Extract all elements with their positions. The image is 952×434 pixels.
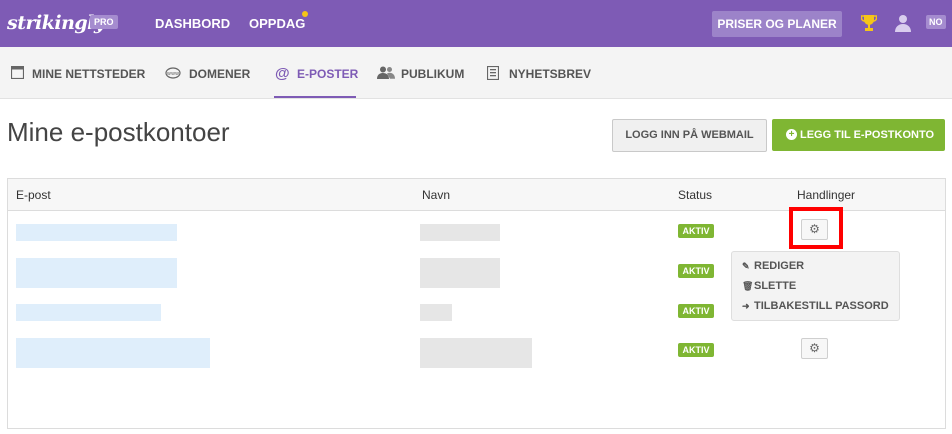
name-cell-blurred — [420, 224, 500, 241]
name-cell-blurred — [420, 258, 500, 288]
name-cell-blurred — [420, 338, 532, 368]
tab-nyhetsbrev[interactable]: NYHETSBREV — [509, 67, 591, 81]
tab-publikum[interactable]: PUBLIKUM — [401, 67, 464, 81]
row-actions-menu: ✎ REDIGER 🗑SLETTE ➜ TILBAKESTILL PASSORD — [731, 251, 900, 321]
sub-navigation: MINE NETTSTEDER www DOMENER @ E-POSTER P… — [0, 47, 952, 99]
newsletter-icon — [487, 66, 499, 80]
email-cell-blurred — [16, 224, 177, 241]
menu-item-slette[interactable]: 🗑SLETTE — [742, 280, 796, 292]
email-cell-blurred — [16, 304, 161, 321]
menu-item-rediger[interactable]: ✎ REDIGER — [742, 260, 804, 272]
add-email-account-label: LEGG TIL E-POSTKONTO — [800, 129, 935, 141]
pricing-button[interactable]: PRISER OG PLANER — [712, 11, 842, 37]
page-title: Mine e-postkontoer — [7, 117, 230, 147]
browser-window-icon — [11, 66, 24, 79]
www-icon: www — [165, 67, 181, 79]
add-email-account-button[interactable]: + LEGG TIL E-POSTKONTO — [772, 119, 945, 151]
status-badge: AKTIV — [678, 224, 714, 238]
active-tab-indicator — [274, 96, 356, 98]
highlight-box — [789, 207, 843, 249]
column-header-name: Navn — [422, 188, 451, 202]
notification-dot — [302, 11, 308, 17]
webmail-login-button[interactable]: LOGG INN PÅ WEBMAIL — [612, 119, 767, 152]
trophy-icon[interactable] — [861, 14, 877, 32]
name-cell-blurred — [420, 304, 452, 321]
status-badge: AKTIV — [678, 343, 714, 357]
tab-e-poster[interactable]: E-POSTER — [297, 67, 358, 81]
nav-dashboard[interactable]: DASHBORD — [155, 16, 230, 31]
people-icon — [377, 66, 395, 79]
column-header-actions: Handlinger — [797, 188, 856, 202]
status-badge: AKTIV — [678, 264, 714, 278]
pro-badge: PRO — [90, 15, 118, 29]
language-badge[interactable]: NO — [926, 15, 946, 29]
menu-item-tilbakestill-passord[interactable]: ➜ TILBAKESTILL PASSORD — [742, 300, 889, 312]
nav-oppdag[interactable]: OPPDAG — [249, 16, 305, 31]
at-icon: @ — [275, 65, 290, 82]
arrow-right-icon: ➜ — [742, 301, 750, 311]
email-cell-blurred — [16, 338, 210, 368]
status-badge: AKTIV — [678, 304, 714, 318]
plus-circle-icon: + — [786, 129, 797, 140]
row-actions-gear-button[interactable]: ⚙ — [801, 338, 828, 359]
top-bar: strikingly PRO DASHBORD OPPDAG PRISER OG… — [0, 0, 952, 47]
tab-mine-nettsteder[interactable]: MINE NETTSTEDER — [32, 67, 145, 81]
tab-domener[interactable]: DOMENER — [189, 67, 250, 81]
email-cell-blurred — [16, 258, 177, 288]
trash-icon: 🗑 — [742, 281, 754, 291]
pencil-icon: ✎ — [742, 261, 750, 271]
svg-text:www: www — [167, 71, 179, 77]
column-header-email: E-post — [16, 188, 51, 202]
user-icon[interactable] — [894, 14, 912, 32]
column-header-status: Status — [678, 188, 713, 202]
